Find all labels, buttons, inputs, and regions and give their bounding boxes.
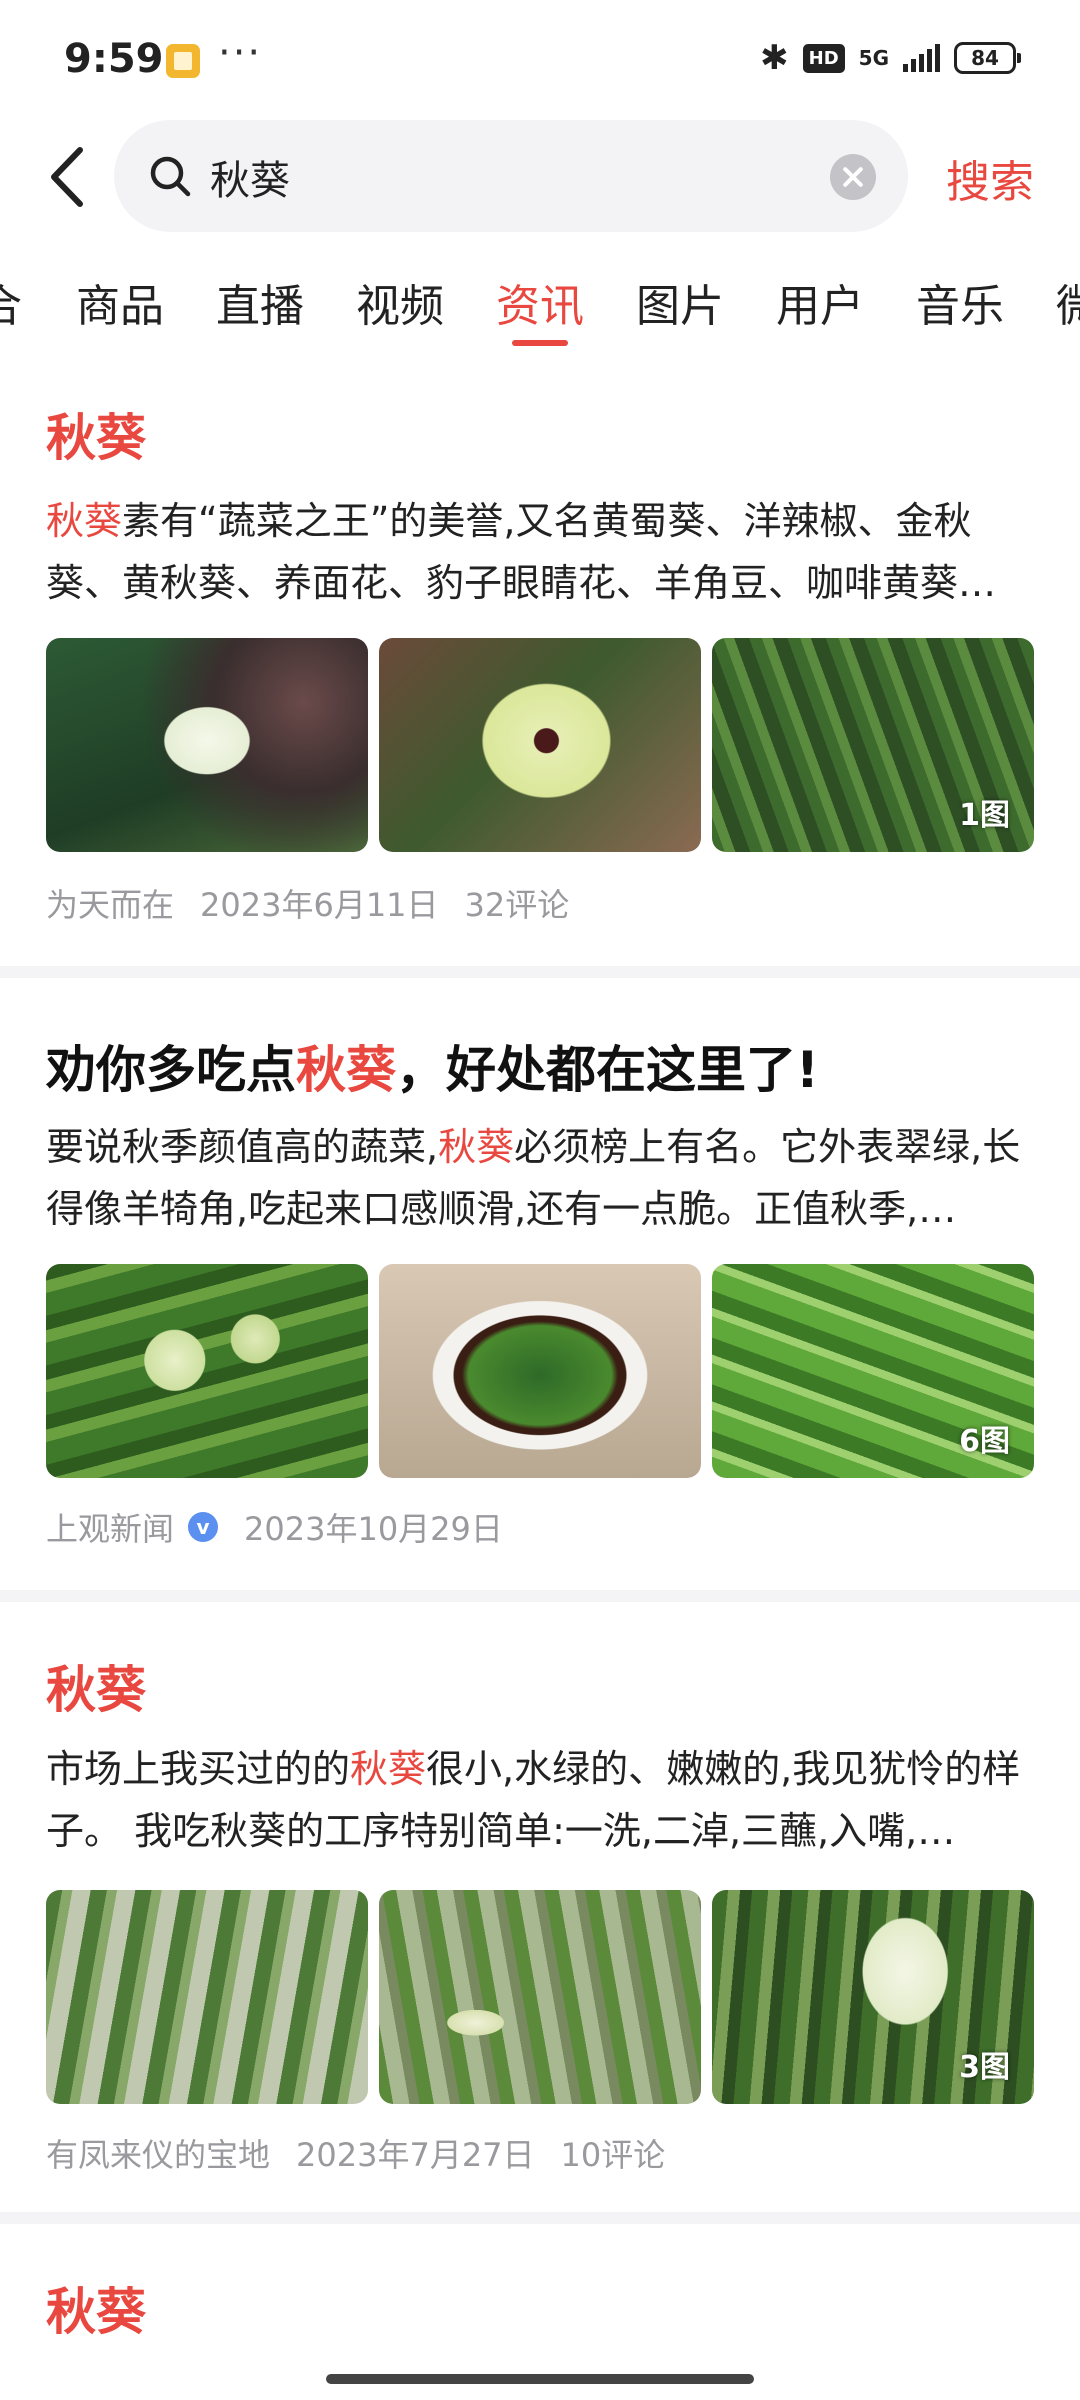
notification-app-icon	[166, 44, 200, 78]
image-count-badge: 1图	[959, 798, 1010, 833]
tab-news[interactable]: 资讯	[496, 270, 584, 334]
author-name[interactable]: 为天而在	[46, 880, 174, 926]
back-button[interactable]	[44, 142, 94, 212]
author-name[interactable]: 有凤来仪的宝地	[46, 2130, 270, 2176]
tab-users[interactable]: 用户	[776, 270, 864, 334]
result-title: 秋葵	[46, 2283, 146, 2341]
battery-icon: 84	[954, 42, 1021, 74]
news-result-card[interactable]: 劝你多吃点秋葵，好处都在这里了! 要说秋季颜值高的蔬菜,秋葵必须榜上有名。它外表…	[0, 978, 1080, 1590]
news-result-card[interactable]: 秋葵 市场上我买过的的秋葵很小,水绿的、嫩嫩的,我见犹怜的样子。 我吃秋葵的工序…	[0, 1602, 1080, 2212]
result-meta: 上观新闻 v 2023年10月29日	[46, 1504, 529, 1550]
search-query[interactable]: 秋葵	[210, 148, 290, 206]
card-divider	[0, 2212, 1080, 2224]
tab-videos[interactable]: 视频	[356, 270, 444, 334]
news-result-card[interactable]: 秋葵 秋葵素有“蔬菜之王”的美誉,又名黄蜀葵、洋辣椒、金秋葵、黄秋葵、养面花、豹…	[0, 360, 1080, 966]
home-indicator[interactable]	[326, 2374, 754, 2384]
okra-flower-image[interactable]	[46, 638, 368, 852]
result-image-row[interactable]: 1图	[46, 638, 1036, 852]
result-summary: 市场上我买过的的秋葵很小,水绿的、嫩嫩的,我见犹怜的样子。 我吃秋葵的工序特别简…	[46, 1747, 1021, 1853]
tab-live[interactable]: 直播	[216, 270, 304, 334]
network-type-label: 5G	[858, 46, 889, 70]
publish-date: 2023年6月11日	[200, 886, 439, 924]
image-count-badge: 6图	[959, 1424, 1010, 1459]
active-tab-indicator	[512, 340, 568, 346]
result-summary: 要说秋季颜值高的蔬菜,秋葵必须榜上有名。它外表翠绿,长得像羊犄角,吃起来口感顺滑…	[46, 1125, 1021, 1231]
tab-weitoutiao[interactable]: 微	[1056, 270, 1080, 334]
publish-date: 2023年7月27日	[296, 2136, 535, 2174]
tab-music[interactable]: 音乐	[916, 270, 1004, 334]
card-divider	[0, 1590, 1080, 1602]
author-name[interactable]: 上观新闻	[46, 1504, 174, 1550]
hd-voice-icon: HD	[802, 43, 845, 73]
result-summary: 秋葵素有“蔬菜之王”的美誉,又名黄蜀葵、洋辣椒、金秋葵、黄秋葵、养面花、豹子眼睛…	[46, 499, 997, 605]
okra-plant-image[interactable]: 1图	[712, 638, 1034, 852]
chevron-left-icon	[51, 147, 83, 207]
okra-plant-image[interactable]	[379, 1890, 701, 2104]
verified-badge-icon: v	[188, 1512, 219, 1542]
result-title: 劝你多吃点秋葵，好处都在这里了!	[46, 1041, 819, 1099]
status-time: 9:59	[64, 36, 164, 82]
okra-plant-image[interactable]	[46, 1890, 368, 2104]
tab-images[interactable]: 图片	[636, 270, 724, 334]
comment-count: 32评论	[464, 886, 570, 924]
search-header: 秋葵 搜索	[0, 120, 1080, 236]
status-icons: ✱ HD 5G 84	[760, 38, 1021, 78]
bluetooth-icon: ✱	[760, 38, 789, 78]
result-title: 秋葵	[46, 409, 146, 467]
card-divider	[0, 966, 1080, 978]
search-button[interactable]: 搜索	[946, 146, 1034, 210]
tab-products[interactable]: 商品	[76, 270, 164, 334]
result-meta: 有凤来仪的宝地 2023年7月27日 10评论	[46, 2130, 691, 2176]
tab-all[interactable]: 合	[0, 270, 22, 334]
result-image-row[interactable]: 3图	[46, 1890, 1036, 2104]
sliced-okra-image[interactable]	[46, 1264, 368, 1478]
okra-dish-image[interactable]	[379, 1264, 701, 1478]
publish-date: 2023年10月29日	[244, 1510, 503, 1548]
search-icon	[150, 156, 191, 197]
result-title: 秋葵	[46, 1661, 146, 1719]
okra-flower-image[interactable]: 3图	[712, 1890, 1034, 2104]
clear-icon[interactable]	[830, 154, 876, 200]
result-meta: 为天而在 2023年6月11日 32评论	[46, 880, 595, 926]
image-count-badge: 3图	[959, 2050, 1010, 2085]
signal-strength-icon	[903, 44, 940, 72]
more-notifications-icon: ···	[218, 30, 263, 76]
whole-okra-image[interactable]: 6图	[712, 1264, 1034, 1478]
comment-count: 10评论	[560, 2136, 666, 2174]
category-tabs: 合 商品 直播 视频 资讯 图片 用户 音乐 微	[0, 260, 1080, 350]
search-input[interactable]: 秋葵	[114, 120, 908, 232]
result-image-row[interactable]: 6图	[46, 1264, 1036, 1478]
status-bar: 9:59 ··· ✱ HD 5G 84	[0, 0, 1080, 120]
okra-flower-image[interactable]	[379, 638, 701, 852]
